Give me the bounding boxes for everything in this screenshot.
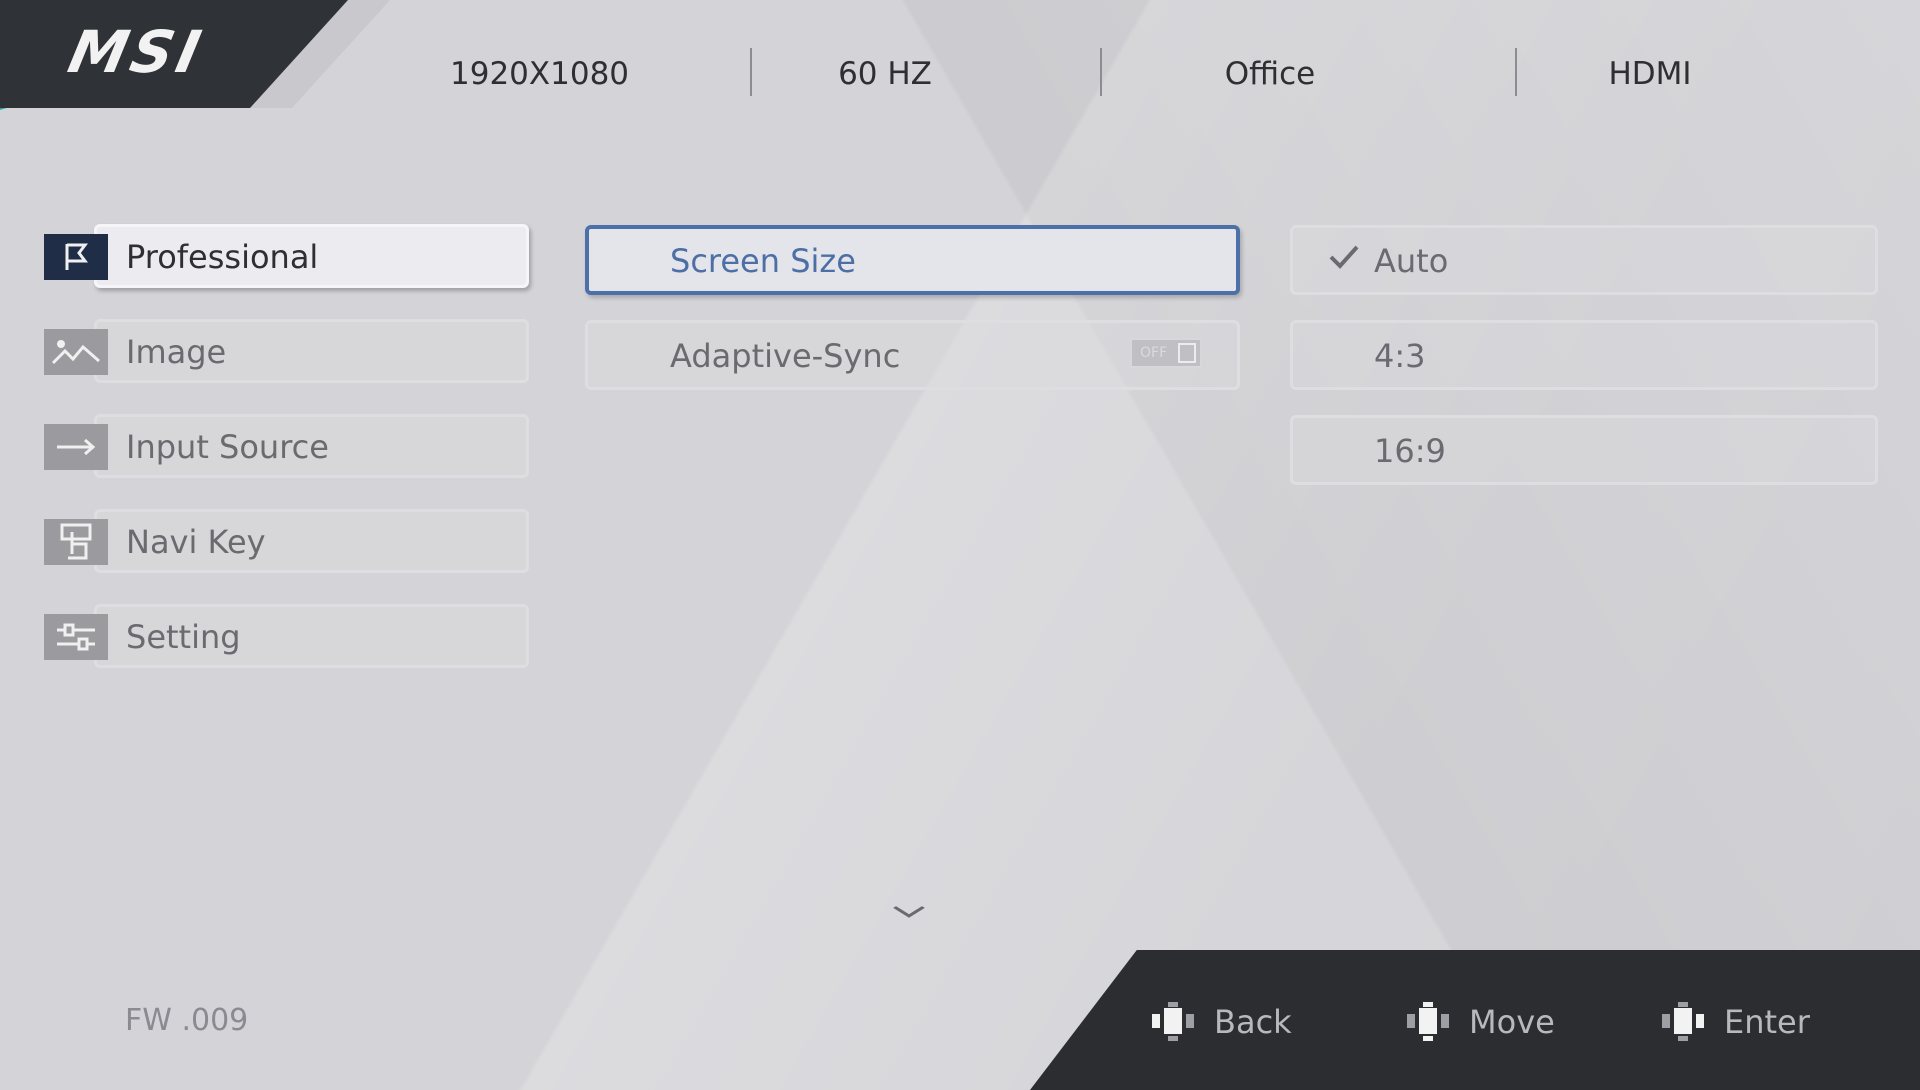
- status-resolution: 1920X1080: [450, 56, 630, 92]
- status-divider: [1100, 48, 1102, 96]
- menu-item-input-source[interactable]: Input Source: [40, 412, 540, 482]
- value-label: 16:9: [1374, 432, 1446, 470]
- toggle-state: OFF: [1140, 345, 1168, 361]
- joystick-updown-icon: [1405, 1002, 1451, 1042]
- option-screen-size[interactable]: Screen Size: [585, 225, 1240, 295]
- option-label: Screen Size: [670, 242, 856, 280]
- menu-item-image[interactable]: Image: [40, 317, 540, 387]
- back-hint: Back: [1150, 1002, 1292, 1042]
- msi-logo: MSI: [62, 18, 211, 86]
- image-icon: [44, 329, 108, 375]
- status-input: HDMI: [1608, 56, 1692, 92]
- value-auto[interactable]: Auto: [1290, 225, 1878, 295]
- menu-item-label: Navi Key: [126, 523, 266, 561]
- osd-menu: MSI 1920X1080 60 HZ Office HDMI Professi…: [0, 0, 1920, 1090]
- value-4-3[interactable]: 4:3: [1290, 320, 1878, 390]
- joystick-left-icon: [1150, 1002, 1196, 1042]
- joystick-right-icon: [1660, 1002, 1706, 1042]
- chevron-down-icon[interactable]: [891, 892, 926, 927]
- status-divider: [750, 48, 752, 96]
- status-refresh-rate: 60 HZ: [838, 56, 932, 92]
- flag-icon: [44, 234, 108, 280]
- enter-hint: Enter: [1660, 1002, 1810, 1042]
- menu-item-label: Image: [126, 333, 227, 371]
- value-16-9[interactable]: 16:9: [1290, 415, 1878, 485]
- option-label: Adaptive-Sync: [670, 337, 901, 375]
- firmware-version: FW .009: [125, 1003, 249, 1038]
- menu-item-label: Input Source: [126, 428, 329, 466]
- menu-item-label: Setting: [126, 618, 241, 656]
- status-bar: 1920X1080 60 HZ Office HDMI: [380, 40, 1920, 110]
- sliders-icon: [44, 614, 108, 660]
- checkmark-icon: [1328, 241, 1360, 279]
- status-mode: Office: [1224, 56, 1316, 92]
- menu-item-setting[interactable]: Setting: [40, 602, 540, 672]
- arrow-right-icon: [44, 424, 108, 470]
- toggle-knob: [1178, 343, 1196, 363]
- back-label: Back: [1214, 1003, 1292, 1041]
- move-hint: Move: [1405, 1002, 1555, 1042]
- option-adaptive-sync[interactable]: Adaptive-Sync OFF: [585, 320, 1240, 390]
- value-label: Auto: [1374, 242, 1449, 280]
- menu-item-label: Professional: [126, 238, 319, 276]
- adaptive-sync-toggle[interactable]: OFF: [1130, 338, 1202, 368]
- menu-item-navi-key[interactable]: Navi Key: [40, 507, 540, 577]
- value-label: 4:3: [1374, 337, 1426, 375]
- enter-label: Enter: [1724, 1003, 1810, 1041]
- joystick-hand-icon: [44, 519, 108, 565]
- status-divider: [1515, 48, 1517, 96]
- menu-item-professional[interactable]: Professional: [40, 222, 540, 292]
- move-label: Move: [1469, 1003, 1555, 1041]
